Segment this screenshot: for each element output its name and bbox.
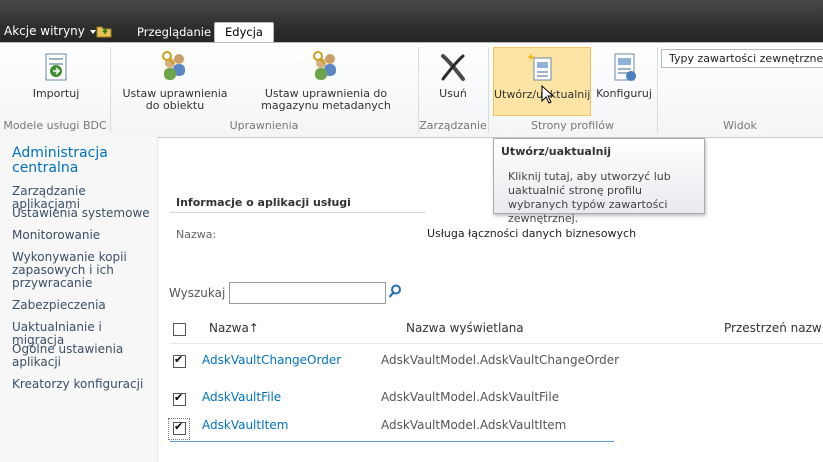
- group-label-bdc-models: Modele usługi BDC: [3, 119, 107, 132]
- name-label: Nazwa:: [176, 228, 217, 241]
- navigate-up-icon[interactable]: [96, 24, 112, 38]
- group-label-permissions: Uprawnienia: [229, 119, 299, 132]
- top-bar: [0, 0, 823, 42]
- set-metadata-store-permissions-label: Ustaw uprawnienia do magazynu metadanych: [261, 87, 391, 112]
- delete-icon: [436, 50, 470, 84]
- tab-browse[interactable]: Przeglądanie: [127, 23, 221, 42]
- site-actions-label: Akcje witryny: [4, 24, 85, 38]
- nav-item-general-app-settings[interactable]: Ogólne ustawienia aplikacji: [12, 343, 154, 369]
- delete-label: Usuń: [439, 87, 467, 100]
- set-metadata-store-permissions-icon: [309, 50, 343, 84]
- import-label: Importuj: [32, 87, 80, 100]
- chevron-down-icon: [89, 29, 96, 34]
- create-upgrade-button[interactable]: Utwórz/uaktualnij: [493, 47, 591, 116]
- row-name-link[interactable]: AdskVaultChangeOrder: [202, 353, 341, 367]
- nav-item-backup-restore[interactable]: Wykonywanie kopii zapasowych i ich przyw…: [12, 251, 154, 290]
- mouse-cursor-icon: [541, 85, 553, 104]
- set-object-permissions-button[interactable]: Ustaw uprawnienia do obiektu: [115, 47, 235, 112]
- left-navigation: Administracja centralna Zarządzanie apli…: [0, 137, 158, 462]
- nav-item-monitoring[interactable]: Monitorowanie: [12, 229, 154, 242]
- configure-icon: [607, 50, 641, 84]
- row-display-name: AdskVaultModel.AdskVaultFile: [381, 390, 560, 404]
- nav-item-system-settings[interactable]: Ustawienia systemowe: [12, 207, 154, 220]
- select-all-checkbox[interactable]: [173, 323, 186, 336]
- row-checkbox[interactable]: [173, 353, 186, 368]
- configure-label: Konfiguruj: [596, 87, 652, 100]
- set-metadata-store-permissions-button[interactable]: Ustaw uprawnienia do magazynu metadanych: [238, 47, 414, 112]
- content-type-view-select[interactable]: Typy zawartości zewnętrznej: [661, 49, 823, 68]
- divider: [170, 343, 823, 344]
- divider: [170, 212, 426, 213]
- delete-button[interactable]: Usuń: [428, 47, 478, 100]
- tooltip-body: Kliknij tutaj, aby utworzyć lub uaktualn…: [508, 170, 671, 225]
- name-value: Usługa łączności danych biznesowych: [427, 227, 637, 240]
- search-icon[interactable]: [388, 284, 402, 298]
- row-checkbox[interactable]: [173, 420, 186, 435]
- nav-item-security[interactable]: Zabezpieczenia: [12, 299, 154, 312]
- row-name-link[interactable]: AdskVaultItem: [202, 418, 288, 432]
- ribbon-tooltip: Utwórz/uaktualnij Kliknij tutaj, aby utw…: [493, 138, 705, 225]
- column-header-display-name[interactable]: Nazwa wyświetlana: [406, 321, 524, 335]
- row-name-link[interactable]: AdskVaultFile: [202, 390, 281, 404]
- configure-button[interactable]: Konfiguruj: [594, 47, 654, 100]
- import-button[interactable]: Importuj: [22, 47, 90, 100]
- column-header-name[interactable]: Nazwa↑: [209, 321, 259, 335]
- tooltip-title: Utwórz/uaktualnij: [501, 145, 611, 158]
- create-upgrade-icon: [525, 51, 559, 85]
- group-label-profile-pages: Strony profilów: [531, 119, 614, 132]
- nav-title-central-administration[interactable]: Administracja centralna: [12, 146, 152, 176]
- set-object-permissions-icon: [158, 50, 192, 84]
- row-checkbox[interactable]: [173, 391, 186, 406]
- search-input[interactable]: [229, 282, 386, 304]
- column-header-name-label: Nazwa: [209, 321, 249, 335]
- group-label-view: Widok: [723, 119, 757, 132]
- ribbon: Importuj Ustaw uprawnienia do obiektu Us…: [0, 42, 823, 138]
- site-actions-menu[interactable]: Akcje witryny: [4, 24, 96, 38]
- search-label: Wyszukaj: [169, 286, 226, 300]
- sort-ascending-icon: ↑: [248, 321, 259, 335]
- nav-item-configuration-wizards[interactable]: Kreatorzy konfiguracji: [12, 378, 154, 391]
- divider: [170, 441, 614, 442]
- row-display-name: AdskVaultModel.AdskVaultItem: [381, 418, 567, 432]
- service-app-info-title: Informacje o aplikacji usługi: [176, 196, 351, 209]
- group-label-management: Zarządzanie: [419, 119, 487, 132]
- row-display-name: AdskVaultModel.AdskVaultChangeOrder: [381, 353, 620, 367]
- tab-edit[interactable]: Edycja: [214, 22, 274, 43]
- set-object-permissions-label: Ustaw uprawnienia do obiektu: [122, 87, 228, 112]
- column-header-namespace[interactable]: Przestrzeń nazw: [724, 321, 822, 335]
- import-icon: [39, 50, 73, 84]
